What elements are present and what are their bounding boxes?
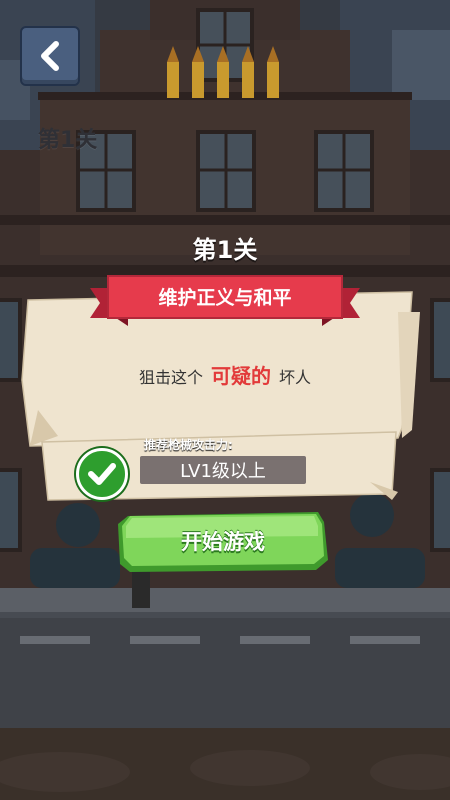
mission-description: 狙击这个 可疑的 坏人	[60, 360, 390, 389]
level-title: 第1关	[192, 236, 258, 264]
recommended-power-value: LV1级以上	[140, 456, 306, 484]
checkmark-icon	[88, 463, 116, 485]
start-game-button[interactable]	[118, 512, 328, 572]
game-background	[0, 0, 450, 800]
mission-highlight: 可疑的	[211, 364, 271, 388]
requirement-check-badge	[76, 448, 128, 500]
back-button[interactable]	[20, 26, 80, 86]
mission-prefix: 狙击这个	[138, 368, 203, 387]
recommended-power-label: 推荐枪械攻击力:	[144, 438, 233, 452]
mission-suffix: 坏人	[279, 368, 312, 387]
chevron-left-icon	[41, 41, 59, 71]
level-label-faded: 第1关	[38, 128, 98, 153]
mission-banner-text: 维护正义与和平	[158, 287, 292, 309]
